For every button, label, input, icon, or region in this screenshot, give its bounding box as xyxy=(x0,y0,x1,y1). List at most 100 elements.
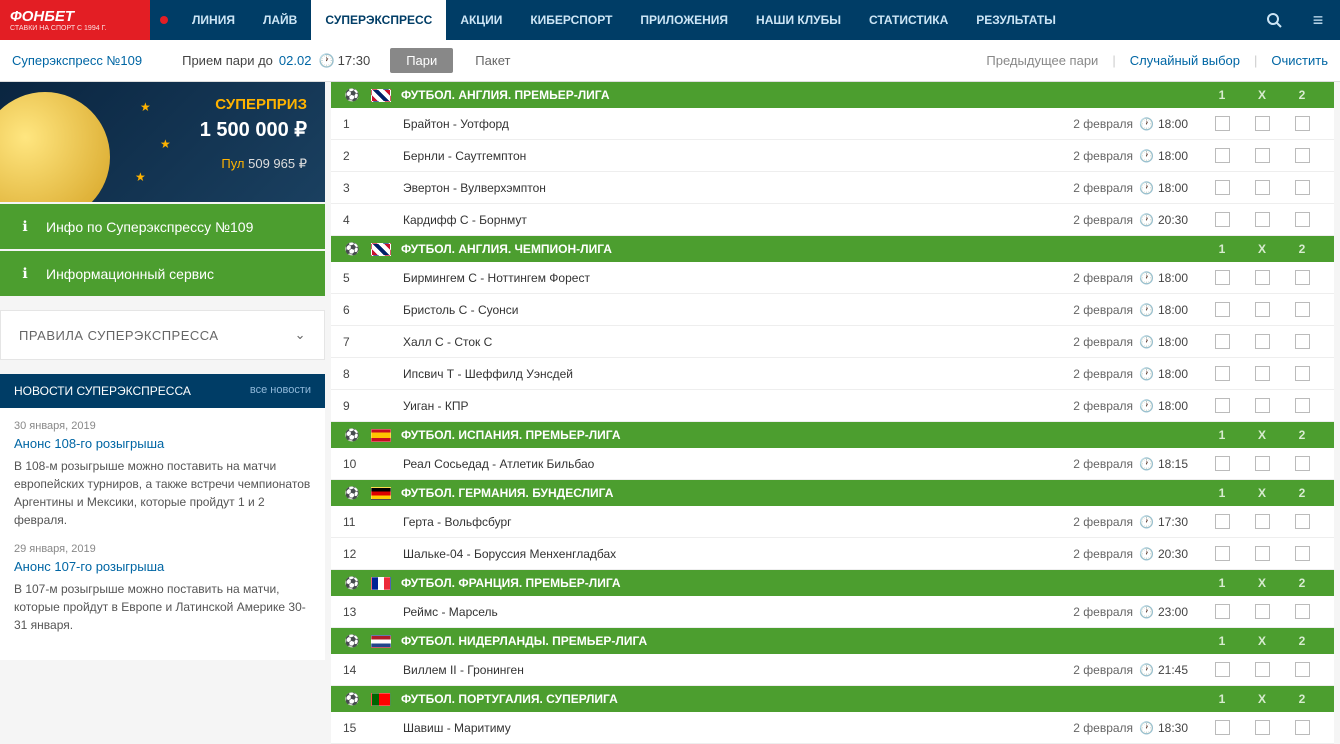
bet-checkbox[interactable] xyxy=(1295,604,1310,619)
bet-checkbox[interactable] xyxy=(1295,148,1310,163)
bet-checkbox[interactable] xyxy=(1255,456,1270,471)
bet-checkbox[interactable] xyxy=(1215,270,1230,285)
bet-checkbox[interactable] xyxy=(1215,212,1230,227)
bet-checkbox[interactable] xyxy=(1255,116,1270,131)
bet-checkbox[interactable] xyxy=(1215,334,1230,349)
match-name[interactable]: Эвертон - Вулверхэмптон xyxy=(403,181,1073,195)
link-random[interactable]: Случайный выбор xyxy=(1130,53,1240,68)
match-name[interactable]: Уиган - КПР xyxy=(403,399,1073,413)
info-button-label: Инфо по Суперэкспрессу №109 xyxy=(46,219,253,235)
clock-icon: 🕐 xyxy=(1139,117,1154,131)
bet-checkbox[interactable] xyxy=(1295,546,1310,561)
football-icon: ⚽ xyxy=(343,634,361,648)
match-name[interactable]: Бристоль С - Суонси xyxy=(403,303,1073,317)
bet-checkbox[interactable] xyxy=(1295,180,1310,195)
match-name[interactable]: Шальке-04 - Боруссия Менхенгладбах xyxy=(403,547,1073,561)
bet-checkbox[interactable] xyxy=(1215,302,1230,317)
nav-item[interactable]: НАШИ КЛУБЫ xyxy=(742,0,855,40)
draw-title[interactable]: Суперэкспресс №109 xyxy=(12,53,142,68)
bet-checkbox[interactable] xyxy=(1295,334,1310,349)
bet-checkbox[interactable] xyxy=(1255,546,1270,561)
nav-item[interactable]: КИБЕРСПОРТ xyxy=(516,0,626,40)
match-name[interactable]: Кардифф С - Борнмут xyxy=(403,213,1073,227)
bet-checkbox[interactable] xyxy=(1215,514,1230,529)
league-header[interactable]: ⚽ ФУТБОЛ. ГЕРМАНИЯ. БУНДЕСЛИГА 1X2 xyxy=(331,480,1334,506)
match-time: 18:00 xyxy=(1158,149,1202,163)
bet-checkbox[interactable] xyxy=(1255,398,1270,413)
league-header[interactable]: ⚽ ФУТБОЛ. ФРАНЦИЯ. ПРЕМЬЕР-ЛИГА 1X2 xyxy=(331,570,1334,596)
match-name[interactable]: Ипсвич Т - Шеффилд Уэнсдей xyxy=(403,367,1073,381)
match-name[interactable]: Бернли - Саутгемптон xyxy=(403,149,1073,163)
bet-checkbox[interactable] xyxy=(1255,604,1270,619)
tab-pari[interactable]: Пари xyxy=(390,48,453,73)
match-name[interactable]: Герта - Вольфсбург xyxy=(403,515,1073,529)
bet-checkbox[interactable] xyxy=(1255,180,1270,195)
nav-item[interactable]: ЛИНИЯ xyxy=(178,0,249,40)
bet-checkbox[interactable] xyxy=(1295,212,1310,227)
bet-checkbox[interactable] xyxy=(1215,366,1230,381)
link-prev-pari[interactable]: Предыдущее пари xyxy=(986,53,1098,68)
league-header[interactable]: ⚽ ФУТБОЛ. ИСПАНИЯ. ПРЕМЬЕР-ЛИГА 1X2 xyxy=(331,422,1334,448)
news-link[interactable]: Анонс 107-го розыгрыша xyxy=(14,559,311,574)
bet-header: X xyxy=(1242,634,1282,648)
info-service-button[interactable]: ℹ Информационный сервис xyxy=(0,251,325,296)
rules-button[interactable]: ПРАВИЛА СУПЕРЭКСПРЕССА ⌄ xyxy=(0,310,325,360)
match-name[interactable]: Реймс - Марсель xyxy=(403,605,1073,619)
football-icon: ⚽ xyxy=(343,486,361,500)
match-time: 18:00 xyxy=(1158,367,1202,381)
match-name[interactable]: Халл С - Сток С xyxy=(403,335,1073,349)
league-header[interactable]: ⚽ ФУТБОЛ. АНГЛИЯ. ПРЕМЬЕР-ЛИГА 1X2 xyxy=(331,82,1334,108)
league-header[interactable]: ⚽ ФУТБОЛ. НИДЕРЛАНДЫ. ПРЕМЬЕР-ЛИГА 1X2 xyxy=(331,628,1334,654)
news-link[interactable]: Анонс 108-го розыгрыша xyxy=(14,436,311,451)
nav-item[interactable]: СТАТИСТИКА xyxy=(855,0,962,40)
search-icon[interactable] xyxy=(1252,0,1296,40)
bet-checkbox[interactable] xyxy=(1215,398,1230,413)
bet-checkbox[interactable] xyxy=(1215,148,1230,163)
match-name[interactable]: Реал Сосьедад - Атлетик Бильбао xyxy=(403,457,1073,471)
bet-checkbox[interactable] xyxy=(1295,116,1310,131)
match-name[interactable]: Брайтон - Уотфорд xyxy=(403,117,1073,131)
nav-item[interactable]: РЕЗУЛЬТАТЫ xyxy=(962,0,1070,40)
bet-checkbox[interactable] xyxy=(1255,366,1270,381)
bet-checkbox[interactable] xyxy=(1215,720,1230,735)
bet-checkbox[interactable] xyxy=(1215,604,1230,619)
info-button[interactable]: ℹ Инфо по Суперэкспрессу №109 xyxy=(0,204,325,249)
bet-checkbox[interactable] xyxy=(1215,180,1230,195)
bet-header: X xyxy=(1242,486,1282,500)
menu-icon[interactable]: ≡ xyxy=(1296,0,1340,40)
bet-checkbox[interactable] xyxy=(1255,302,1270,317)
link-clear[interactable]: Очистить xyxy=(1271,53,1328,68)
tab-packet[interactable]: Пакет xyxy=(459,48,526,73)
bet-checkbox[interactable] xyxy=(1215,456,1230,471)
bet-checkbox[interactable] xyxy=(1255,514,1270,529)
league-header[interactable]: ⚽ ФУТБОЛ. АНГЛИЯ. ЧЕМПИОН-ЛИГА 1X2 xyxy=(331,236,1334,262)
bet-checkbox[interactable] xyxy=(1295,366,1310,381)
bet-checkbox[interactable] xyxy=(1295,270,1310,285)
match-name[interactable]: Бирмингем С - Ноттингем Форест xyxy=(403,271,1073,285)
clock-icon: 🕐 xyxy=(1139,399,1154,413)
news-all-link[interactable]: все новости xyxy=(250,384,311,398)
logo[interactable]: ФОНБЕТ СТАВКИ НА СПОРТ С 1994 Г. xyxy=(0,0,150,40)
football-icon: ⚽ xyxy=(343,242,361,256)
bet-checkbox[interactable] xyxy=(1295,456,1310,471)
league-header[interactable]: ⚽ ФУТБОЛ. ПОРТУГАЛИЯ. СУПЕРЛИГА 1X2 xyxy=(331,686,1334,712)
match-name[interactable]: Шавиш - Маритиму xyxy=(403,721,1073,735)
bet-checkbox[interactable] xyxy=(1295,302,1310,317)
bet-checkbox[interactable] xyxy=(1215,116,1230,131)
bet-checkbox[interactable] xyxy=(1255,334,1270,349)
bet-checkbox[interactable] xyxy=(1295,720,1310,735)
bet-checkbox[interactable] xyxy=(1255,270,1270,285)
bet-checkbox[interactable] xyxy=(1295,514,1310,529)
match-time: 18:15 xyxy=(1158,457,1202,471)
match-time: 18:00 xyxy=(1158,271,1202,285)
bet-checkbox[interactable] xyxy=(1255,720,1270,735)
bet-checkbox[interactable] xyxy=(1215,546,1230,561)
bet-checkbox[interactable] xyxy=(1255,148,1270,163)
match-num: 13 xyxy=(343,605,373,619)
bet-checkbox[interactable] xyxy=(1255,212,1270,227)
nav-item[interactable]: АКЦИИ xyxy=(446,0,516,40)
nav-item[interactable]: ПРИЛОЖЕНИЯ xyxy=(626,0,742,40)
nav-item[interactable]: СУПЕРЭКСПРЕСС xyxy=(311,0,446,40)
nav-item[interactable]: ЛАЙВ xyxy=(249,0,311,40)
bet-checkbox[interactable] xyxy=(1295,398,1310,413)
